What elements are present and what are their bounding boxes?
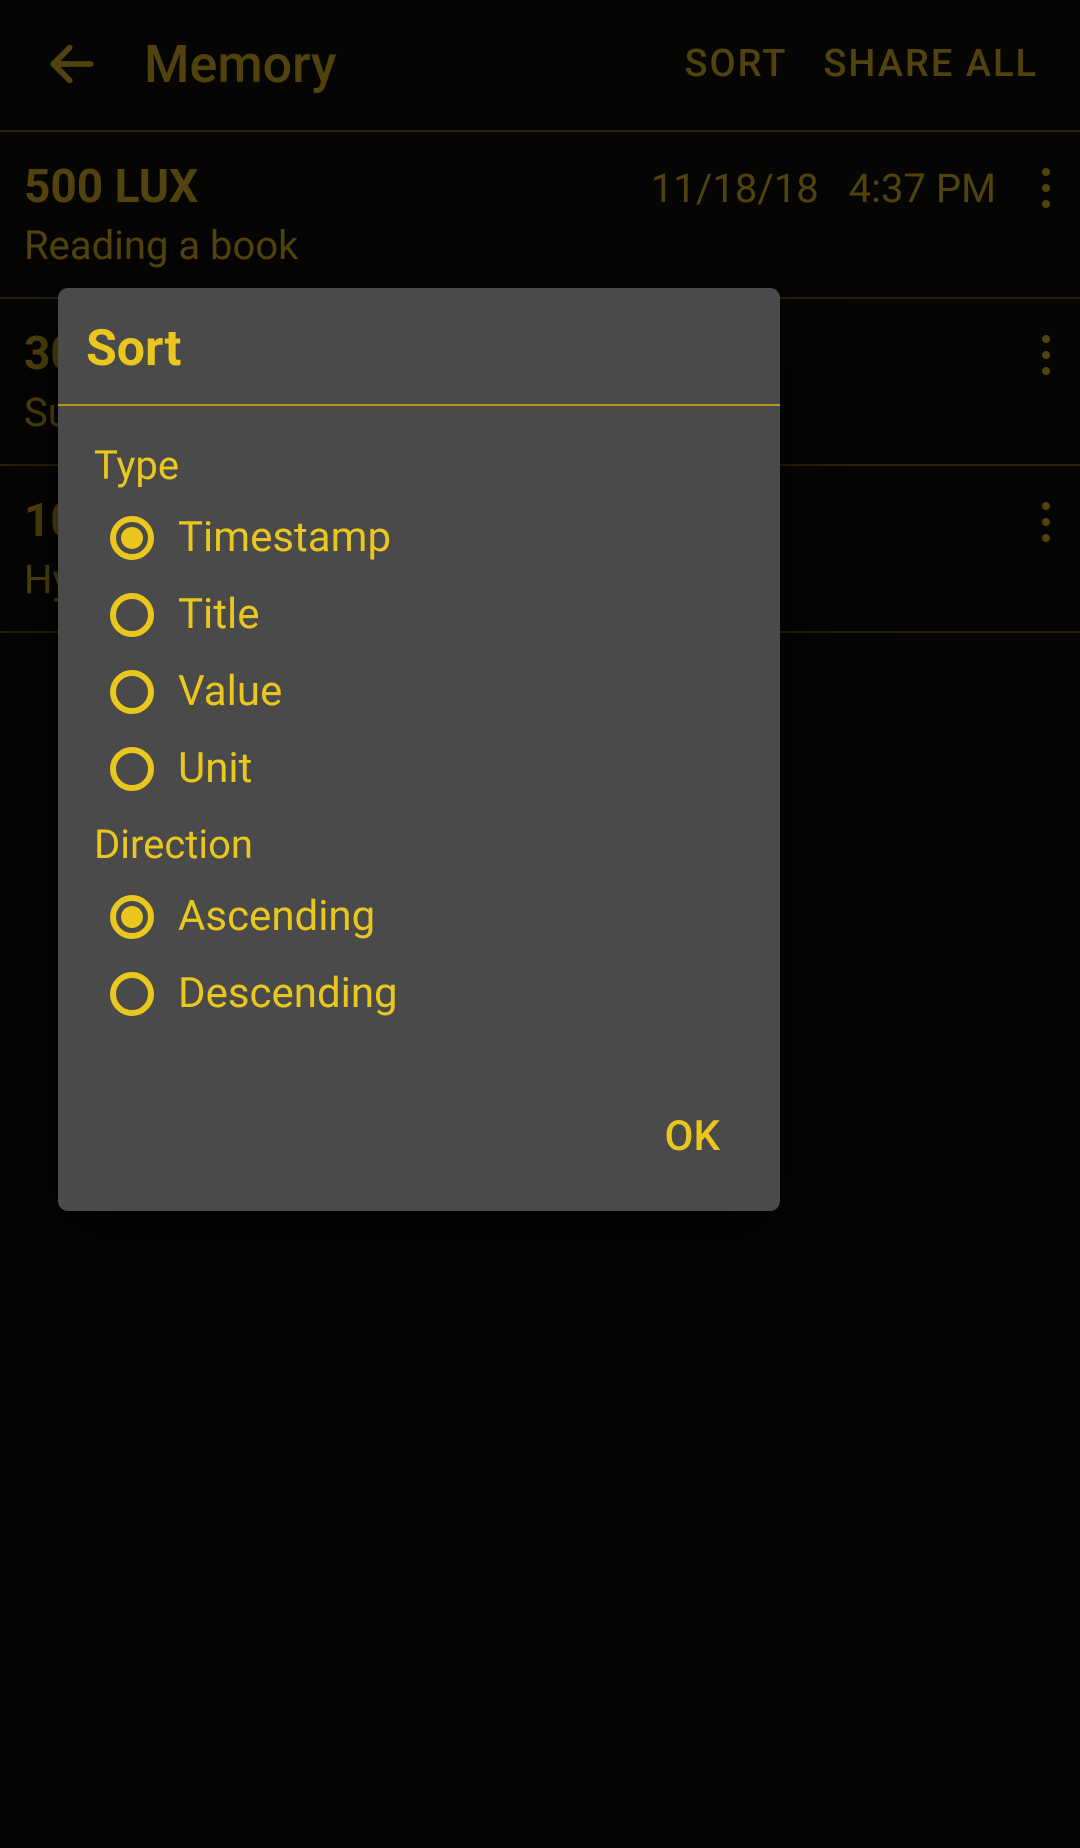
sort-dialog: Sort Type Timestamp Title Value Unit Dir… — [58, 288, 780, 1211]
radio-label: Ascending — [178, 892, 375, 941]
dialog-title: Sort — [86, 320, 752, 378]
dialog-header: Sort — [58, 288, 780, 406]
radio-option-descending[interactable]: Descending — [94, 955, 752, 1032]
radio-option-ascending[interactable]: Ascending — [94, 878, 752, 955]
radio-label: Descending — [178, 969, 398, 1018]
radio-label: Value — [178, 667, 282, 716]
radio-label: Unit — [178, 744, 252, 793]
sort-direction-label: Direction — [94, 821, 752, 868]
radio-icon — [110, 670, 154, 714]
radio-icon — [110, 747, 154, 791]
radio-option-timestamp[interactable]: Timestamp — [94, 499, 752, 576]
radio-label: Timestamp — [178, 513, 391, 562]
radio-icon — [110, 972, 154, 1016]
radio-option-value[interactable]: Value — [94, 653, 752, 730]
radio-option-title[interactable]: Title — [94, 576, 752, 653]
radio-icon — [110, 516, 154, 560]
radio-label: Title — [178, 590, 260, 639]
sort-type-label: Type — [94, 442, 752, 489]
radio-icon — [110, 895, 154, 939]
radio-icon — [110, 593, 154, 637]
radio-option-unit[interactable]: Unit — [94, 730, 752, 807]
ok-button[interactable]: OK — [645, 1102, 740, 1171]
